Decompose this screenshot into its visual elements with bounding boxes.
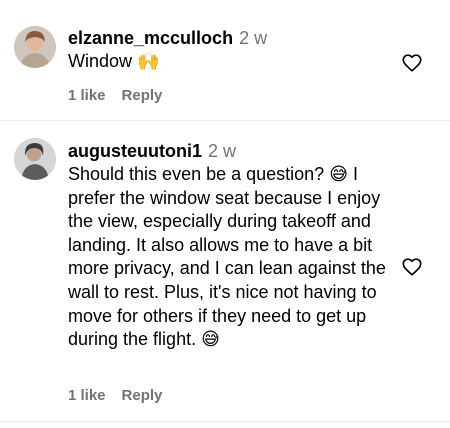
comment-text-content: Window [68, 51, 133, 71]
sweat-smile-emoji: 😅 [329, 164, 348, 185]
timestamp[interactable]: 2 w [208, 141, 236, 161]
comment: augusteuutoni1 2 w Should this even be a … [0, 120, 450, 420]
username[interactable]: elzanne_mcculloch [68, 28, 233, 48]
username[interactable]: augusteuutoni1 [68, 141, 202, 161]
comment: elzanne_mcculloch 2 w Window 🙌 1 like Repl… [0, 0, 450, 120]
avatar-image [14, 26, 56, 68]
likes-count[interactable]: 1 like [68, 387, 106, 404]
raised-hands-emoji: 🙌 [137, 51, 160, 72]
comment-text: Window 🙌 [68, 50, 390, 74]
reply-button[interactable]: Reply [122, 87, 163, 104]
comment-text-line1-tail: I [347, 164, 358, 184]
avatar[interactable] [14, 138, 56, 180]
sweat-smile-emoji: 😅 [201, 329, 220, 351]
likes-count[interactable]: 1 like [68, 87, 106, 104]
avatar-image [14, 138, 56, 180]
divider [0, 421, 450, 422]
like-heart-icon[interactable] [401, 52, 423, 74]
comment-header: augusteuutoni1 2 w [68, 140, 236, 162]
comment-text-content: prefer the window seat because I enjoy t… [68, 187, 386, 350]
reply-button[interactable]: Reply [122, 387, 163, 404]
like-heart-icon[interactable] [401, 256, 423, 278]
comment-header: elzanne_mcculloch 2 w [68, 27, 267, 49]
comment-actions: 1 like Reply [68, 87, 162, 104]
timestamp[interactable]: 2 w [239, 28, 267, 48]
avatar[interactable] [14, 26, 56, 68]
comment-actions: 1 like Reply [68, 387, 162, 404]
comment-text: Should this even be a question? 😅 I pref… [68, 163, 390, 352]
comment-text-line1: Should this even be a question? [68, 164, 325, 184]
